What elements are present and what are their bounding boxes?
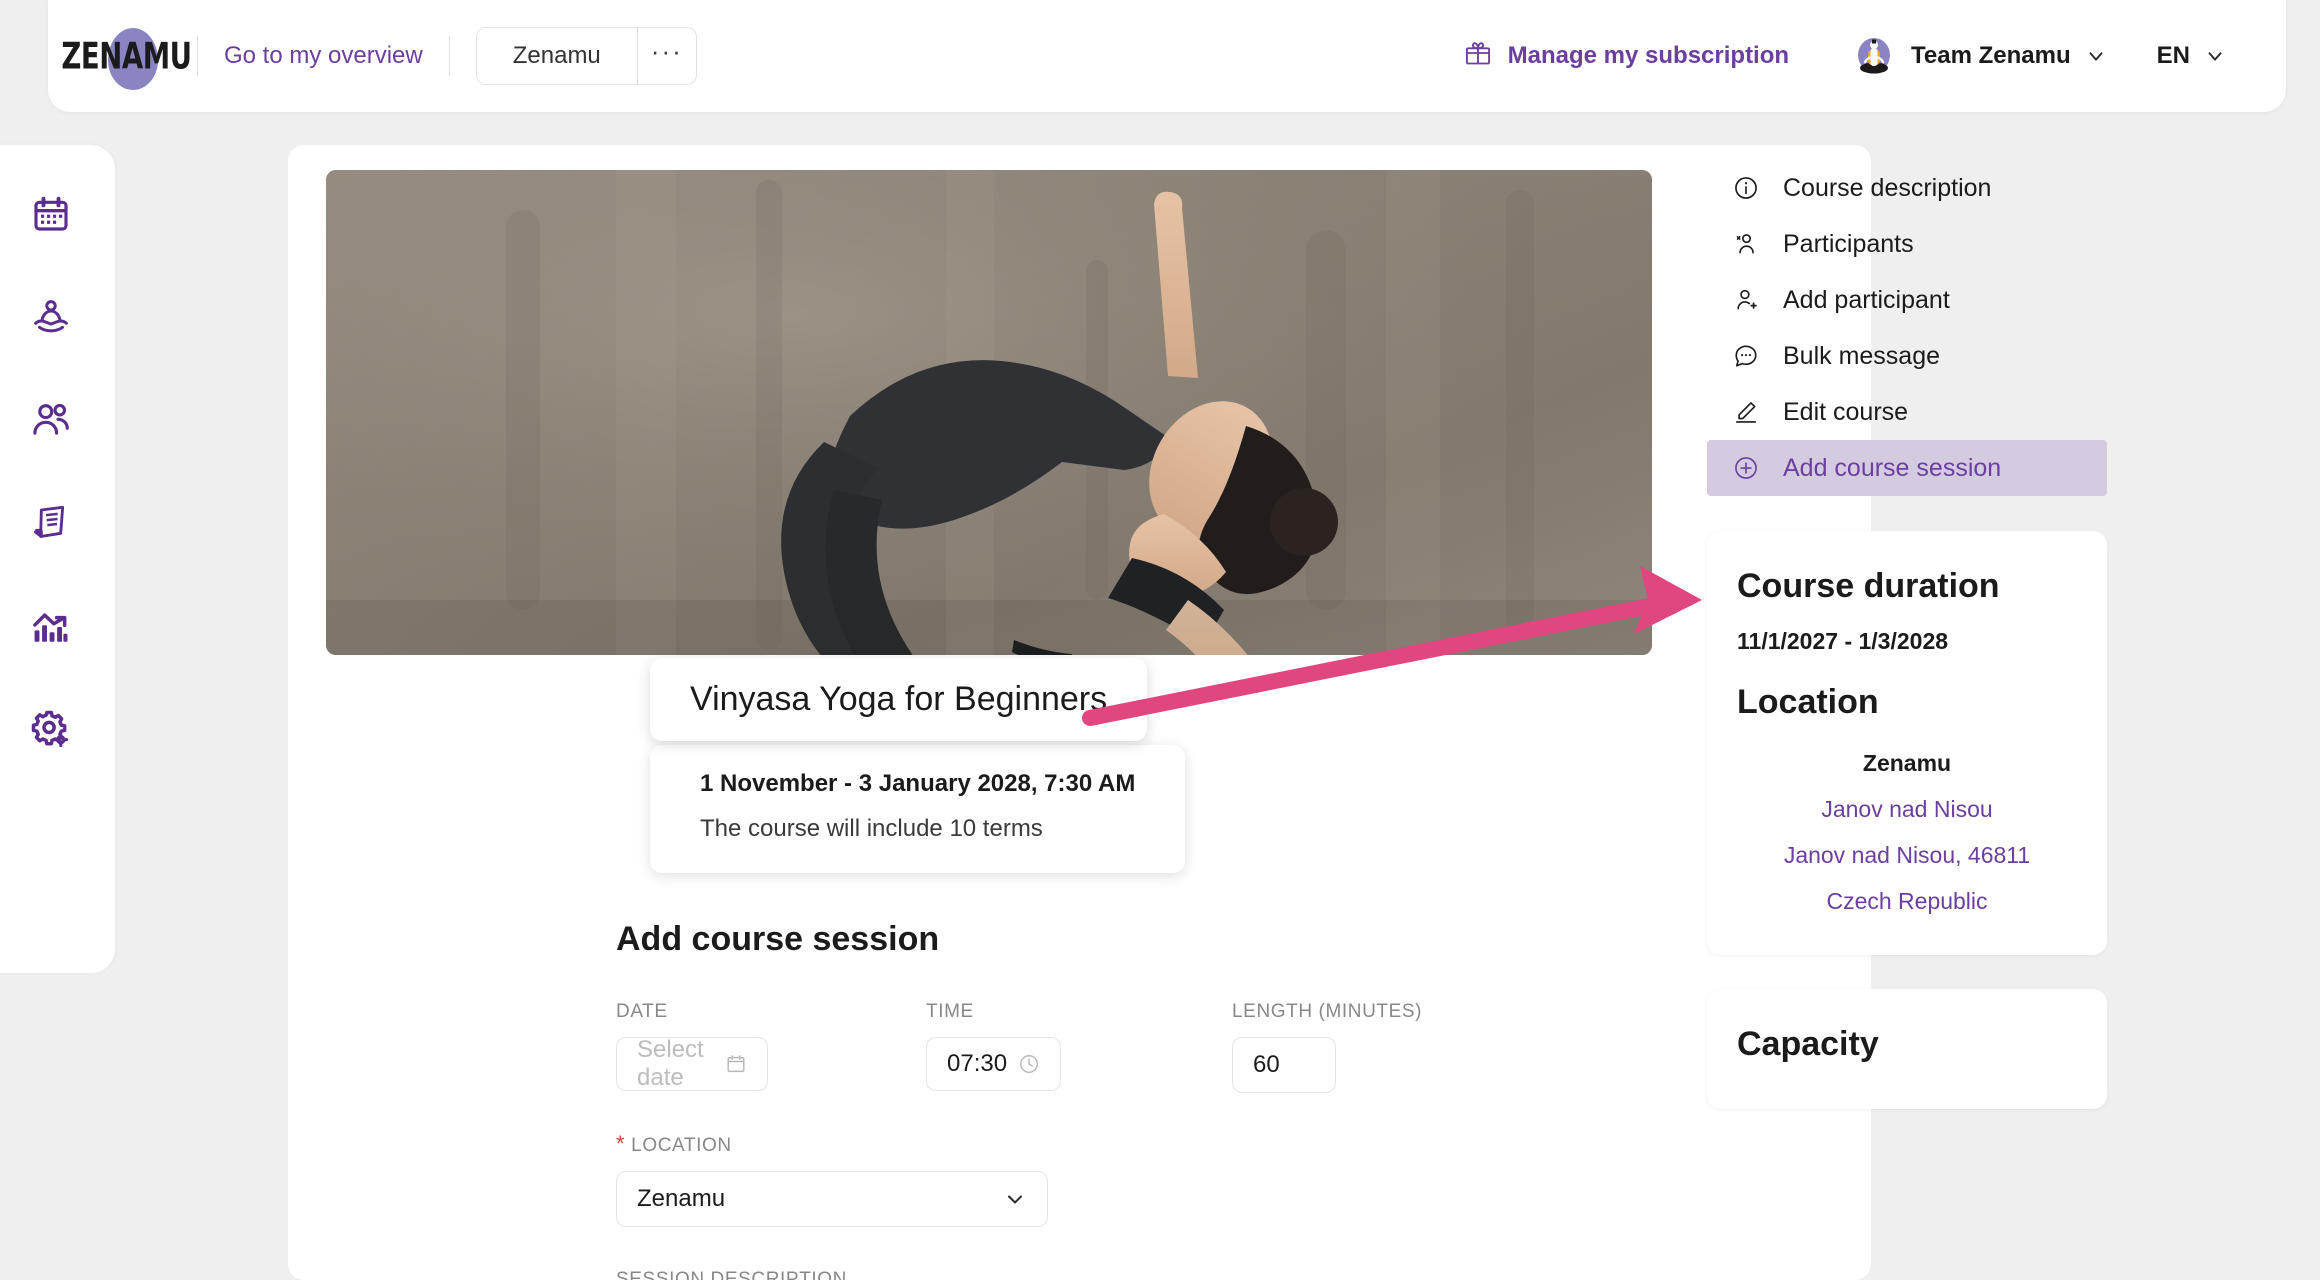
menu-item-label: Course description [1783,173,1992,202]
sidebar-item-invoices[interactable] [20,492,82,554]
course-subtitle-card: 1 November - 3 January 2028, 7:30 AM The… [650,745,1186,873]
menu-item-add-course-session[interactable]: Add course session [1707,440,2107,496]
length-label: LENGTH (MINUTES) [1232,1001,1423,1022]
menu-item-course-description[interactable]: Course description [1707,160,2107,216]
course-date-range: 1 November - 3 January 2028, 7:30 AM [700,770,1136,797]
course-hero-image [326,170,1652,655]
time-field-group: TIME 07:30 [926,1001,1232,1091]
menu-item-label: Participants [1783,229,1914,258]
manage-subscription-label: Manage my subscription [1507,42,1790,69]
date-placeholder-text: Select date [637,1036,704,1091]
address-line-3[interactable]: Czech Republic [1737,888,2077,915]
user-menu[interactable]: Team Zenamu [1851,33,2107,79]
sidebar-item-statistics[interactable] [20,595,82,657]
session-description-label: SESSION DESCRIPTION [616,1269,847,1280]
yoga-pose-icon [30,296,72,338]
calendar-icon [31,194,71,234]
sidebar-item-clients[interactable] [20,389,82,451]
sidebar-item-settings[interactable] [20,698,82,760]
menu-item-label: Edit course [1783,397,1909,426]
sidebar-item-calendar[interactable] [20,183,82,245]
address-line-1[interactable]: Janov nad Nisou [1737,796,2077,823]
form-fields-row: DATE Select date TIME 07:30 LENGTH (MINU… [616,1001,1871,1093]
pencil-icon [1731,399,1761,425]
participants-icon [1731,231,1761,257]
language-label: EN [2156,42,2190,69]
chevron-down-icon [2085,45,2107,67]
manage-subscription-button[interactable]: Manage my subscription [1464,39,1789,74]
brand-logo[interactable]: ZENAMU [61,25,192,90]
capacity-card: Capacity [1707,989,2107,1109]
menu-item-add-participant[interactable]: Add participant [1707,272,2107,328]
location-field-group: * LOCATION Zenamu [616,1131,1871,1227]
divider [197,36,198,76]
course-title: Vinyasa Yoga for Beginners [690,680,1108,718]
chevron-down-icon[interactable] [1003,1187,1027,1211]
course-duration-value: 11/1/2027 - 1/3/2028 [1737,628,1949,654]
gear-icon [30,708,72,750]
tab-zenamu[interactable]: Zenamu [476,28,637,84]
header-right-group: Manage my subscription Team Zenamu EN [1464,33,2286,79]
studio-tab-group: Zenamu ··· [475,27,697,85]
length-value: 60 [1253,1051,1280,1078]
location-value: Zenamu [637,1185,726,1212]
form-heading: Add course session [616,920,940,958]
date-input[interactable]: Select date [616,1036,768,1091]
menu-item-edit-course[interactable]: Edit course [1707,384,2107,440]
course-terms-count: The course will include 10 terms [700,815,1043,842]
menu-item-label: Add participant [1783,285,1950,314]
right-column: Course description Participants Add part… [1707,145,2107,1109]
go-to-overview-link[interactable]: Go to my overview [224,42,423,70]
users-icon [30,399,72,441]
tab-more-button[interactable]: ··· [637,28,696,84]
time-label: TIME [926,1001,974,1022]
date-field-group: DATE Select date [616,1001,926,1091]
top-header-bar: ZENAMU Go to my overview Zenamu ··· Mana… [48,0,2286,112]
required-asterisk: * [616,1131,626,1156]
location-select[interactable]: Zenamu [616,1171,1048,1227]
chart-icon [30,605,72,647]
location-name: Zenamu [1862,750,1952,776]
left-sidebar [0,145,115,973]
plus-circle-icon [1731,455,1761,481]
course-title-card: Vinyasa Yoga for Beginners [650,658,1148,741]
time-input[interactable]: 07:30 [926,1037,1061,1091]
course-duration-title: Course duration [1737,567,2000,605]
clock-icon[interactable] [1018,1053,1040,1075]
length-input[interactable]: 60 [1232,1037,1336,1093]
time-value: 07:30 [947,1050,1008,1077]
gift-icon [1464,39,1492,74]
avatar [1851,33,1897,79]
language-selector[interactable]: EN [2157,42,2226,70]
user-name-label: Team Zenamu [1911,42,2071,69]
sidebar-item-classes[interactable] [20,286,82,348]
brand-logo-text: ZENAMU [60,34,192,78]
location-title: Location [1737,683,1879,721]
menu-item-participants[interactable]: Participants [1707,216,2107,272]
length-field-group: LENGTH (MINUTES) 60 [1232,1001,1422,1093]
menu-item-bulk-message[interactable]: Bulk message [1707,328,2107,384]
info-icon [1731,175,1761,201]
add-course-session-form: Add course session DATE Select date TIME [616,920,1871,1280]
capacity-title: Capacity [1737,1025,1879,1063]
calendar-icon[interactable] [725,1053,747,1075]
course-duration-card: Course duration 11/1/2027 - 1/3/2028 Loc… [1707,531,2107,955]
chevron-down-icon [2204,45,2226,67]
date-label: DATE [616,1001,668,1022]
add-participant-icon [1731,287,1761,313]
menu-item-label: Add course session [1783,453,2002,482]
address-line-2[interactable]: Janov nad Nisou, 46811 [1737,842,2077,869]
chat-icon [1731,343,1761,369]
menu-item-label: Bulk message [1783,341,1941,370]
document-icon [31,503,71,543]
course-actions-menu: Course description Participants Add part… [1707,145,2107,496]
divider [448,36,450,76]
location-label-text: LOCATION [631,1135,732,1156]
main-content-card: Vinyasa Yoga for Beginners 1 November - … [288,145,1871,1280]
session-description-group: SESSION DESCRIPTION 0 / 1250 [616,1269,1871,1280]
location-label: * LOCATION [616,1131,1871,1157]
